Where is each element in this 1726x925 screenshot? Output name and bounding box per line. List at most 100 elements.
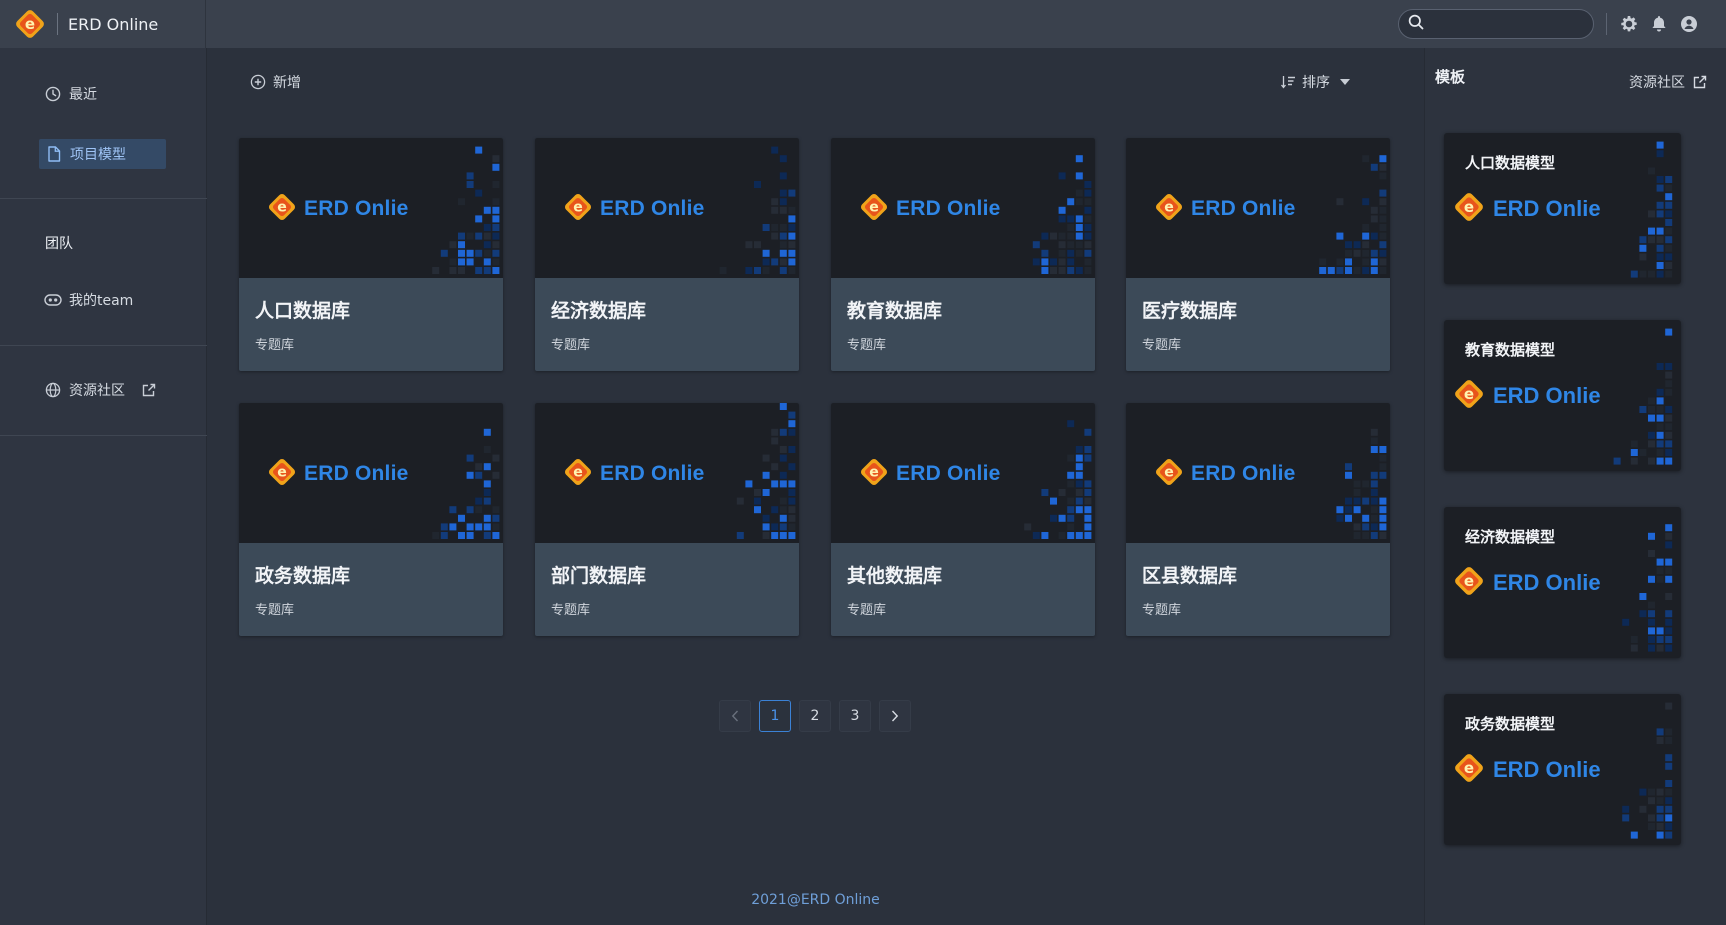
globe-icon [44,381,62,399]
search-input[interactable] [1430,16,1580,32]
footer-copyright: 2021@ERD Online [751,892,880,908]
template-card[interactable]: 政务数据模型 e ERD Onlie [1444,694,1681,845]
brand[interactable]: e ERD Online [0,0,206,48]
next-page-button[interactable] [879,700,911,732]
user-icon[interactable] [1679,14,1699,34]
project-card[interactable]: e ERD Onlie 部门数据库 专题库 [535,403,799,636]
prev-page-button[interactable] [719,700,751,732]
card-cover: e ERD Onlie [831,138,1095,278]
sidebar-item-project-models[interactable]: 项目模型 [39,139,166,169]
svg-text:e: e [277,465,287,481]
svg-text:e: e [277,200,287,216]
card-wordmark: ERD Onlie [600,462,705,485]
template-wordmark: ERD Onlie [1493,196,1601,221]
card-wordmark: ERD Onlie [1191,197,1296,220]
template-title: 人口数据模型 [1465,154,1556,172]
svg-text:e: e [869,200,879,216]
template-wordmark: ERD Onlie [1493,570,1601,595]
main-content: 新增 排序 e ERD Onlie 人口数据库 专题库 e ERD Onlie … [207,48,1424,925]
card-cover: e ERD Onlie [535,138,799,278]
template-wordmark: ERD Onlie [1493,757,1601,782]
project-card[interactable]: e ERD Onlie 人口数据库 专题库 [239,138,503,371]
svg-text:e: e [869,465,879,481]
template-title: 教育数据模型 [1465,341,1556,359]
sidebar-divider [0,345,207,346]
sidebar-item-label: 资源社区 [69,383,125,399]
project-card[interactable]: e ERD Onlie 经济数据库 专题库 [535,138,799,371]
external-link-icon [1691,73,1709,91]
svg-text:e: e [1464,759,1474,777]
templates-panel: 模板 资源社区 人口数据模型 e ERD Onlie 教育数据模型 e ERD … [1424,48,1726,925]
project-card[interactable]: e ERD Onlie 其他数据库 专题库 [831,403,1095,636]
template-card[interactable]: 经济数据模型 e ERD Onlie [1444,507,1681,658]
erd-logo-icon: e [1154,457,1184,491]
sidebar-divider [0,198,207,199]
sidebar-item-recent[interactable]: 最近 [40,79,97,109]
card-description: 专题库 [1142,338,1182,353]
erd-logo-icon: e [1154,192,1184,226]
sidebar-item-my-team[interactable]: 我的team [40,285,133,315]
card-title: 政务数据库 [255,565,351,587]
sidebar-divider [0,435,207,436]
header-divider [1606,13,1607,35]
svg-text:e: e [573,200,583,216]
sidebar-item-community[interactable]: 资源社区 [40,375,157,405]
erd-logo-icon: e [267,192,297,226]
card-logo: e ERD Onlie [267,192,408,226]
sort-dropdown[interactable]: 排序 [1279,72,1350,92]
svg-text:e: e [1164,465,1174,481]
templates-title: 模板 [1435,68,1466,86]
erd-logo-icon: e [267,457,297,491]
bell-icon[interactable] [1649,14,1669,34]
community-link-label: 资源社区 [1629,75,1685,91]
template-logo: e ERD Onlie [1453,565,1601,601]
brand-divider [57,13,58,35]
svg-text:e: e [1464,198,1474,216]
template-title: 政务数据模型 [1465,715,1556,733]
chevron-down-icon [1340,79,1350,85]
clock-icon [44,85,62,103]
template-card[interactable]: 教育数据模型 e ERD Onlie [1444,320,1681,471]
add-label: 新增 [273,75,301,91]
project-card[interactable]: e ERD Onlie 教育数据库 专题库 [831,138,1095,371]
page-button[interactable]: 2 [799,700,831,732]
card-logo: e ERD Onlie [563,457,704,491]
card-title: 部门数据库 [551,565,647,587]
card-description: 专题库 [255,603,295,618]
sort-label: 排序 [1302,75,1330,91]
erd-logo-icon: e [1453,191,1485,227]
card-cover: e ERD Onlie [535,403,799,543]
card-description: 专题库 [255,338,295,353]
template-logo: e ERD Onlie [1453,752,1601,788]
add-button[interactable]: 新增 [249,72,301,92]
project-card[interactable]: e ERD Onlie 区县数据库 专题库 [1126,403,1390,636]
template-card[interactable]: 人口数据模型 e ERD Onlie [1444,133,1681,284]
erd-logo-icon: e [563,192,593,226]
card-logo: e ERD Onlie [563,192,704,226]
search-box[interactable] [1398,9,1594,39]
project-card[interactable]: e ERD Onlie 政务数据库 专题库 [239,403,503,636]
svg-text:e: e [1464,385,1474,403]
card-wordmark: ERD Onlie [1191,462,1296,485]
file-icon [45,145,63,163]
erd-logo-icon: e [563,457,593,491]
settings-icon[interactable] [1619,14,1639,34]
template-wordmark: ERD Onlie [1493,383,1601,408]
card-cover: e ERD Onlie [239,403,503,543]
community-link[interactable]: 资源社区 [1629,72,1709,92]
card-description: 专题库 [1142,603,1182,618]
page-button[interactable]: 3 [839,700,871,732]
card-logo: e ERD Onlie [267,457,408,491]
project-card[interactable]: e ERD Onlie 医疗数据库 专题库 [1126,138,1390,371]
card-cover: e ERD Onlie [239,138,503,278]
card-description: 专题库 [847,338,887,353]
page-button[interactable]: 1 [759,700,791,732]
card-logo: e ERD Onlie [859,192,1000,226]
svg-text:e: e [1464,572,1474,590]
card-cover: e ERD Onlie [1126,403,1390,543]
card-description: 专题库 [551,338,591,353]
external-link-icon [141,382,157,398]
card-logo: e ERD Onlie [1154,457,1295,491]
app-title: ERD Online [68,14,159,34]
card-wordmark: ERD Onlie [304,462,409,485]
